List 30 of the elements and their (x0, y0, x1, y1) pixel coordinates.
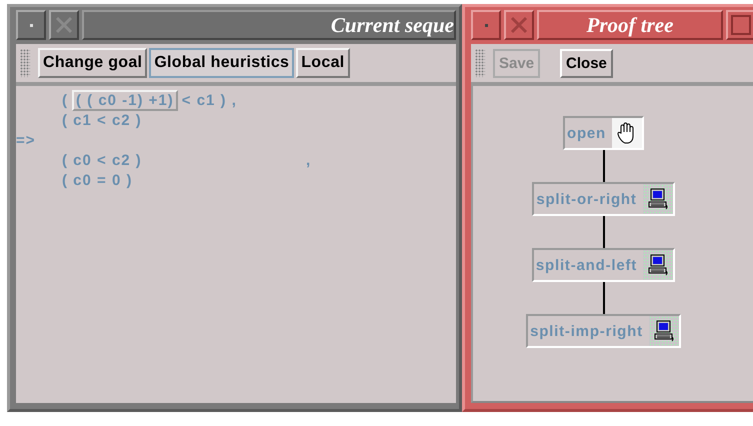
formula-text: < c1 ) , (182, 92, 237, 108)
formula-text: ( c0 = 0 ) (62, 172, 134, 188)
computer-icon (646, 187, 669, 211)
separator-text: , (306, 152, 312, 168)
computer-icon (652, 319, 675, 343)
toolbar-button[interactable]: Close (560, 48, 613, 78)
close-button[interactable] (49, 10, 79, 40)
selected-subterm[interactable]: ( ( c0 -1) +1) (72, 90, 178, 110)
toolbar-button[interactable]: Change goal (38, 48, 148, 78)
toolbar-button[interactable]: Local (296, 48, 350, 78)
tree-node[interactable]: split-imp-right (526, 314, 681, 348)
toolbar-grip[interactable] (20, 49, 30, 77)
formula-text: ( c1 < c2 ) (62, 112, 142, 128)
window-title: Current seque (330, 12, 454, 38)
formula-text: ( (62, 92, 68, 108)
close-icon (509, 16, 529, 34)
formula-text: ( c0 < c2 ) (62, 152, 143, 168)
window-title: Proof tree (586, 12, 674, 38)
window-menu-button[interactable] (16, 10, 46, 40)
window-menu-button[interactable] (471, 10, 501, 40)
toolbar-button[interactable]: Global heuristics (149, 48, 294, 78)
sequent-arrow: => (16, 132, 36, 148)
toolbar-grip[interactable] (475, 49, 485, 77)
tree-node[interactable]: split-and-left (532, 248, 676, 282)
computer-icon (647, 253, 670, 277)
maximize-button[interactable] (726, 10, 753, 40)
close-button[interactable] (504, 10, 534, 40)
close-icon (54, 16, 74, 34)
tree-node[interactable]: open (562, 116, 644, 150)
tree-node[interactable]: split-or-right (532, 182, 675, 216)
